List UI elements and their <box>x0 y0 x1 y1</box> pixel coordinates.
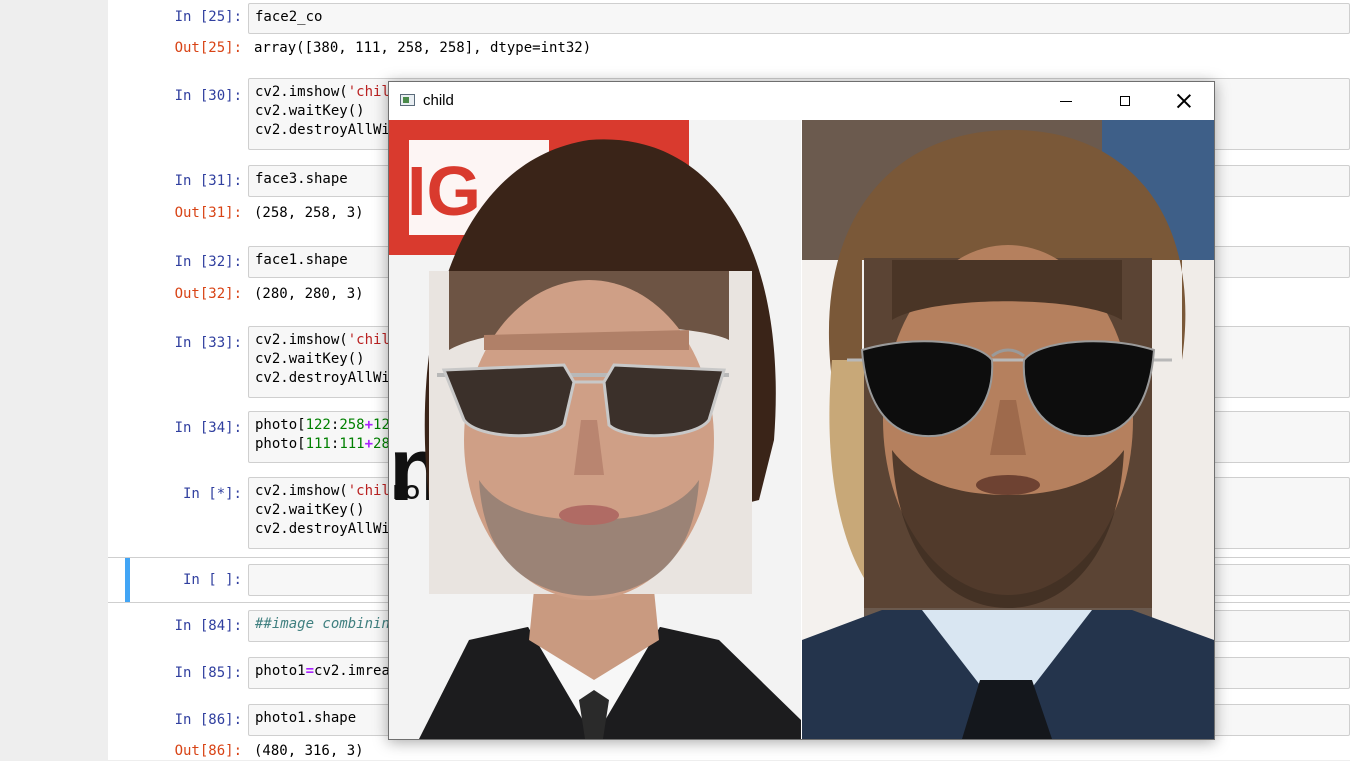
code-line: cv2.destroyAllWi <box>255 521 390 537</box>
code-cell[interactable]: In [25]: face2_co <box>108 3 1350 34</box>
input-prompt: In [ ]: <box>182 572 242 588</box>
code-line: photo[111:111+28 <box>255 436 390 452</box>
code-line: ##image combinin <box>255 616 390 632</box>
input-prompt: In [*]: <box>182 486 242 502</box>
input-prompt: In [30]: <box>174 88 242 104</box>
output-prompt: Out[86]: <box>174 743 242 759</box>
banner-letters: IG <box>407 152 481 230</box>
maximize-button[interactable] <box>1096 82 1154 120</box>
output-text: (480, 316, 3) <box>254 743 364 759</box>
minimize-button[interactable] <box>1037 82 1095 120</box>
code-line: cv2.waitKey() <box>255 351 365 367</box>
close-button[interactable] <box>1155 82 1213 120</box>
input-prompt: In [84]: <box>174 618 242 634</box>
code-line: face3.shape <box>255 171 348 187</box>
right-photo <box>802 120 1214 739</box>
window-titlebar[interactable]: child <box>389 82 1214 120</box>
code-editor[interactable]: face2_co <box>248 3 1350 34</box>
input-prompt: In [32]: <box>174 254 242 270</box>
input-prompt: In [34]: <box>174 420 242 436</box>
input-prompt: In [85]: <box>174 665 242 681</box>
code-line: photo[122:258+12 <box>255 417 390 433</box>
app-icon <box>400 94 415 106</box>
code-line: face2_co <box>255 9 323 25</box>
input-prompt: In [31]: <box>174 173 242 189</box>
output-text: (258, 258, 3) <box>254 205 364 221</box>
code-line: cv2.destroyAllWi <box>255 122 390 138</box>
code-line: cv2.destroyAllWi <box>255 370 390 386</box>
code-line: photo1=cv2.imrea <box>255 663 390 679</box>
output-prompt: Out[25]: <box>174 40 242 56</box>
backdrop-small-text: I O <box>393 482 420 504</box>
code-line: face1.shape <box>255 252 348 268</box>
output-text: (280, 280, 3) <box>254 286 364 302</box>
code-line: cv2.imshow('chil <box>255 483 390 499</box>
input-prompt: In [33]: <box>174 335 242 351</box>
code-line: cv2.waitKey() <box>255 502 365 518</box>
code-line: photo1.shape <box>255 710 357 726</box>
window-title: child <box>423 92 454 109</box>
input-prompt: In [25]: <box>174 9 242 25</box>
image-window[interactable]: child IG n I O <box>388 81 1215 740</box>
code-line: cv2.imshow('chil <box>255 84 390 100</box>
output-text: array([380, 111, 258, 258], dtype=int32) <box>254 40 592 56</box>
close-icon <box>1177 94 1191 108</box>
output-cell: Out[86]: (480, 316, 3) <box>108 742 1350 760</box>
output-cell: Out[25]: array([380, 111, 258, 258], dty… <box>108 38 1350 60</box>
image-canvas: IG n I O <box>389 120 1214 739</box>
code-line: cv2.imshow('chil <box>255 332 390 348</box>
output-prompt: Out[32]: <box>174 286 242 302</box>
output-prompt: Out[31]: <box>174 205 242 221</box>
minimize-icon <box>1060 100 1072 102</box>
left-photo: IG n I O <box>389 120 801 739</box>
input-prompt: In [86]: <box>174 712 242 728</box>
maximize-icon <box>1120 96 1130 106</box>
code-line: cv2.waitKey() <box>255 103 365 119</box>
